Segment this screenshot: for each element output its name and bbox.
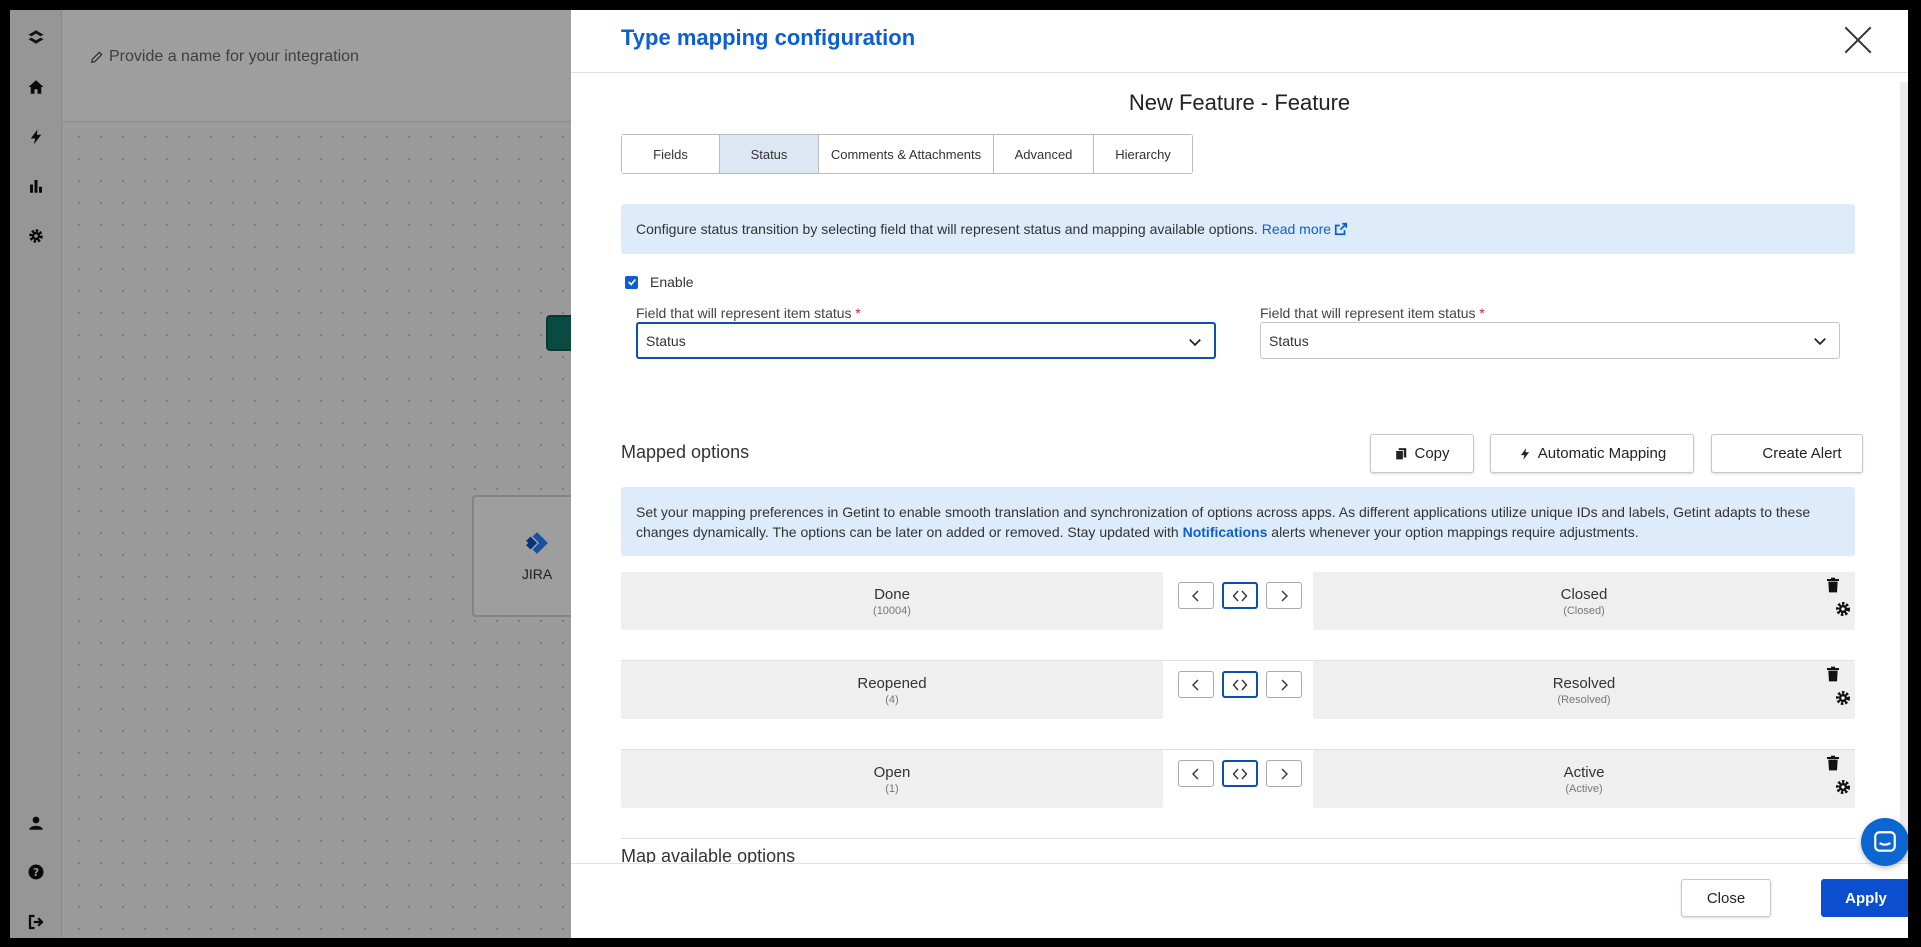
right-option-cell: Active (Active): [1313, 750, 1855, 808]
right-status-field-select[interactable]: Status: [1260, 322, 1840, 359]
sync-direction-controls: [1178, 760, 1302, 787]
gear-icon[interactable]: [1835, 601, 1851, 617]
tab-status[interactable]: Status: [720, 135, 819, 173]
external-link-icon: [1334, 222, 1348, 236]
sync-direction-controls: [1178, 671, 1302, 698]
right-status-field-label: Field that will represent item status *: [1260, 305, 1485, 321]
modal-title: Type mapping configuration: [621, 25, 916, 50]
create-alert-button[interactable]: Create Alert: [1711, 434, 1863, 473]
copy-button[interactable]: Copy: [1370, 434, 1474, 473]
sync-right-button[interactable]: [1266, 760, 1302, 787]
left-option-cell: Open (1): [621, 750, 1163, 808]
modal-header: Type mapping configuration: [571, 10, 1908, 73]
sync-both-button[interactable]: [1222, 760, 1258, 787]
sync-right-button[interactable]: [1266, 671, 1302, 698]
tab-fields[interactable]: Fields: [622, 135, 720, 173]
enable-toggle[interactable]: Enable: [625, 274, 694, 290]
scrollbar[interactable]: [1900, 82, 1908, 862]
close-button[interactable]: Close: [1681, 879, 1771, 917]
copy-icon: [1395, 447, 1407, 460]
apply-button[interactable]: Apply: [1821, 879, 1908, 917]
mapped-options-title: Mapped options: [621, 442, 750, 462]
left-status-field-value: Status: [646, 332, 686, 349]
sync-right-button[interactable]: [1266, 582, 1302, 609]
trash-icon[interactable]: [1825, 755, 1841, 771]
chat-support-button[interactable]: [1861, 818, 1908, 866]
mapping-row: Reopened (4) Resolved (Resolved): [621, 661, 1855, 750]
left-status-field-select[interactable]: Status: [636, 322, 1216, 359]
sync-left-button[interactable]: [1178, 671, 1214, 698]
left-option-cell: Reopened (4): [621, 661, 1163, 719]
trash-icon[interactable]: [1825, 577, 1841, 593]
tab-bar: Fields Status Comments & Attachments Adv…: [621, 134, 1193, 174]
tab-advanced[interactable]: Advanced: [994, 135, 1094, 173]
right-option-cell: Closed (Closed): [1313, 572, 1855, 630]
mapping-info-banner: Set your mapping preferences in Getint t…: [621, 487, 1855, 556]
sync-left-button[interactable]: [1178, 582, 1214, 609]
left-status-field-label: Field that will represent item status *: [636, 305, 861, 321]
right-status-field-value: Status: [1269, 332, 1309, 349]
chat-icon: [1874, 831, 1896, 852]
status-info-text: Configure status transition by selecting…: [636, 221, 1258, 237]
enable-label: Enable: [650, 274, 694, 290]
right-option-cell: Resolved (Resolved): [1313, 661, 1855, 719]
enable-checkbox[interactable]: [625, 275, 638, 289]
left-option-cell: Done (10004): [621, 572, 1163, 630]
chevron-down-icon: [1189, 339, 1201, 347]
tab-comments-attachments[interactable]: Comments & Attachments: [819, 135, 994, 173]
sync-left-button[interactable]: [1178, 760, 1214, 787]
tab-hierarchy[interactable]: Hierarchy: [1094, 135, 1192, 173]
status-info-banner: Configure status transition by selecting…: [621, 204, 1855, 254]
gear-icon[interactable]: [1835, 779, 1851, 795]
gear-icon[interactable]: [1835, 690, 1851, 706]
sync-both-button[interactable]: [1222, 671, 1258, 698]
notifications-link[interactable]: Notifications: [1183, 524, 1268, 540]
check-icon: [627, 278, 636, 286]
sync-both-button[interactable]: [1222, 582, 1258, 609]
trash-icon[interactable]: [1825, 666, 1841, 682]
mapping-row: Done (10004) Closed (Closed): [621, 572, 1855, 661]
type-mapping-modal: Type mapping configuration New Feature -…: [571, 10, 1908, 938]
sync-direction-controls: [1178, 582, 1302, 609]
lightning-icon: [1520, 447, 1529, 460]
modal-footer: Close Apply: [571, 863, 1908, 938]
read-more-link[interactable]: Read more: [1262, 221, 1348, 237]
app-window: ? Provide a name for your integration JI…: [10, 10, 1908, 938]
mapping-row: Open (1) Active (Active): [621, 750, 1855, 839]
close-icon[interactable]: [1843, 25, 1873, 55]
automatic-mapping-button[interactable]: Automatic Mapping: [1490, 434, 1694, 473]
modal-subtitle: New Feature - Feature: [1128, 90, 1351, 115]
chevron-down-icon: [1814, 338, 1826, 346]
